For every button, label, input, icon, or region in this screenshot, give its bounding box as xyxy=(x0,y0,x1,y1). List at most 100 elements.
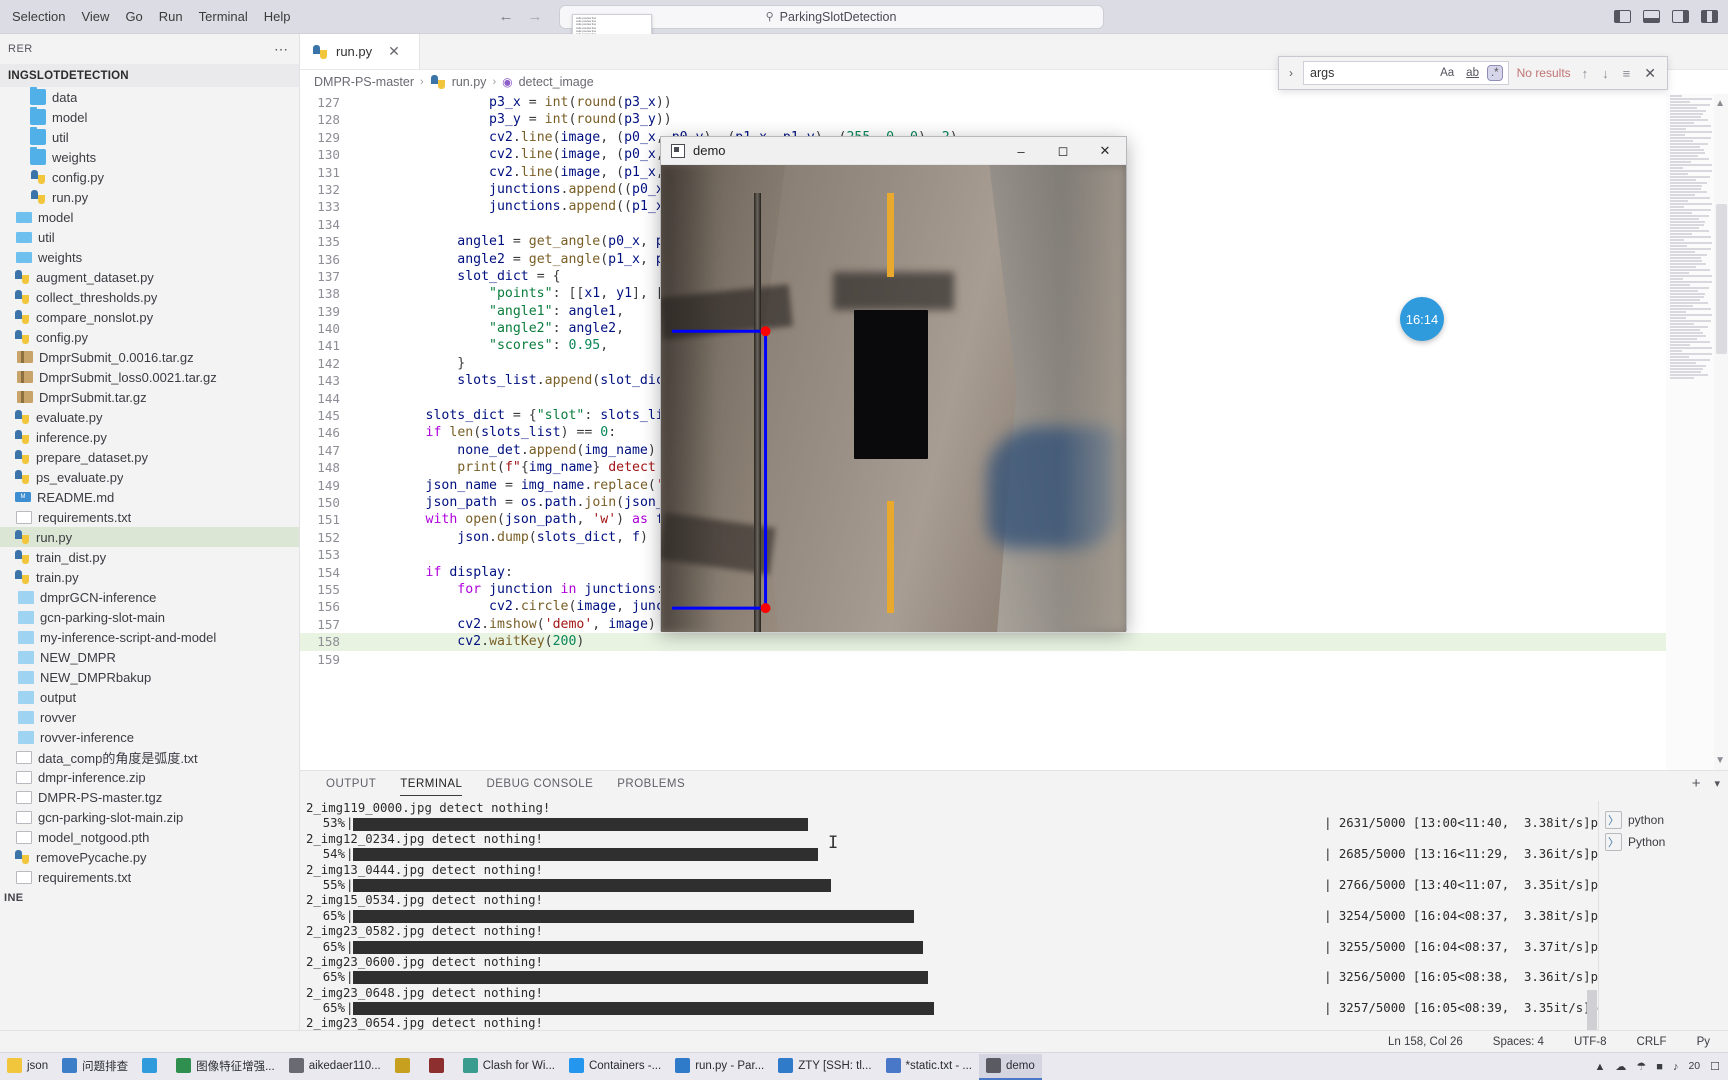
add-terminal-icon[interactable]: + xyxy=(1692,775,1701,792)
file-tree-item[interactable]: weights xyxy=(0,147,299,167)
opencv-demo-window[interactable]: demo – ◻ ✕ xyxy=(660,136,1127,632)
more-actions-icon[interactable]: ⋯ xyxy=(274,41,289,58)
terminal-instance-python[interactable]: 〉 python xyxy=(1605,809,1722,831)
file-tree-item[interactable]: util xyxy=(0,127,299,147)
chevron-up-icon[interactable]: ▲ xyxy=(1595,1061,1606,1073)
status-indentation[interactable]: Spaces: 4 xyxy=(1485,1036,1552,1048)
taskbar-item[interactable] xyxy=(135,1054,169,1080)
file-tree-item[interactable]: dmprGCN-inference xyxy=(0,587,299,607)
arrow-right-icon[interactable]: → xyxy=(528,8,543,25)
file-tree-item[interactable]: model_notgood.pth xyxy=(0,827,299,847)
status-language-mode[interactable]: Py xyxy=(1689,1036,1718,1048)
chevron-right-icon[interactable]: › xyxy=(1287,66,1295,80)
file-tree-item[interactable]: augment_dataset.py xyxy=(0,267,299,287)
status-encoding[interactable]: UTF-8 xyxy=(1566,1036,1615,1048)
file-tree-item[interactable]: ps_evaluate.py xyxy=(0,467,299,487)
close-icon[interactable]: ✕ xyxy=(388,43,400,60)
file-tree-item[interactable]: DMPR-PS-master.tgz xyxy=(0,787,299,807)
status-eol[interactable]: CRLF xyxy=(1629,1036,1675,1048)
minimap[interactable] xyxy=(1666,94,1714,770)
editor-scrollbar[interactable] xyxy=(1714,94,1728,770)
file-tree-item[interactable]: gcn-parking-slot-main xyxy=(0,607,299,627)
file-tree-item[interactable]: run.py xyxy=(0,187,299,207)
file-tree-item[interactable]: train_dist.py xyxy=(0,547,299,567)
tab-debug-console[interactable]: DEBUG CONSOLE xyxy=(486,778,593,794)
file-tree-item[interactable]: requirements.txt xyxy=(0,507,299,527)
breadcrumb-symbol[interactable]: detect_image xyxy=(519,75,594,89)
file-tree-item[interactable]: requirements.txt xyxy=(0,867,299,887)
file-tree-item[interactable]: model xyxy=(0,207,299,227)
tab-problems[interactable]: PROBLEMS xyxy=(617,778,685,794)
terminal-output[interactable]: 2_img119_0000.jpg detect nothing! 53% | | 2… xyxy=(300,801,1598,1030)
match-case-icon[interactable]: Aa xyxy=(1437,66,1457,80)
taskbar-item[interactable]: run.py - Par... xyxy=(668,1054,771,1080)
file-tree-item[interactable]: NEW_DMPR xyxy=(0,647,299,667)
scrollbar-thumb[interactable] xyxy=(1716,204,1727,354)
file-tree-item[interactable]: gcn-parking-slot-main.zip xyxy=(0,807,299,827)
breadcrumb-file[interactable]: run.py xyxy=(452,75,487,89)
menu-item-help[interactable]: Help xyxy=(256,5,299,28)
code-line[interactable]: 127 p3_x = int(round(p3_x)) xyxy=(300,94,1728,111)
file-tree-item[interactable]: my-inference-script-and-model xyxy=(0,627,299,647)
menu-item-selection[interactable]: Selection xyxy=(4,5,73,28)
menu-item-terminal[interactable]: Terminal xyxy=(191,5,256,28)
cloud-icon[interactable]: ☂ xyxy=(1636,1060,1646,1073)
file-tree-item[interactable]: M README.md xyxy=(0,487,299,507)
file-tree-item[interactable]: DmprSubmit.tar.gz xyxy=(0,387,299,407)
floating-clock-badge[interactable]: 16:14 xyxy=(1400,297,1444,341)
menu-item-go[interactable]: Go xyxy=(117,5,150,28)
file-tree-item[interactable]: data xyxy=(0,87,299,107)
file-tree-item[interactable]: rovver-inference xyxy=(0,727,299,747)
file-tree-item[interactable]: weights xyxy=(0,247,299,267)
file-tree-item[interactable]: util xyxy=(0,227,299,247)
network-icon[interactable]: ☁ xyxy=(1615,1060,1626,1073)
file-tree-item[interactable]: output xyxy=(0,687,299,707)
taskbar-item[interactable]: 问题排查 xyxy=(55,1054,135,1080)
regex-icon[interactable]: .* xyxy=(1486,65,1503,81)
file-tree-item[interactable]: DmprSubmit_0.0016.tar.gz xyxy=(0,347,299,367)
file-tree-item[interactable]: compare_nonslot.py xyxy=(0,307,299,327)
code-line[interactable]: 128 p3_y = int(round(p3_y)) xyxy=(300,111,1728,128)
taskbar-item[interactable]: Containers -... xyxy=(562,1054,668,1080)
tab-output[interactable]: OUTPUT xyxy=(326,778,376,794)
file-tree-item[interactable]: data_comp的角度是弧度.txt xyxy=(0,747,299,767)
search-input[interactable]: args Aa ab .* xyxy=(1303,61,1509,85)
notification-icon[interactable]: ☐ xyxy=(1710,1060,1720,1073)
file-tree-item[interactable]: rovver xyxy=(0,707,299,727)
outline-section-header[interactable]: INE xyxy=(0,887,299,909)
taskbar-clock[interactable]: 20 xyxy=(1688,1061,1700,1072)
close-icon[interactable]: ✕ xyxy=(1084,137,1126,165)
taskbar-item[interactable]: 图像特征增强... xyxy=(169,1054,282,1080)
file-tree-item[interactable]: prepare_dataset.py xyxy=(0,447,299,467)
battery-icon[interactable]: ■ xyxy=(1656,1061,1663,1073)
find-in-selection-icon[interactable]: ≡ xyxy=(1620,66,1634,81)
file-tree-item[interactable]: NEW_DMPRbakup xyxy=(0,667,299,687)
file-tree-item[interactable]: run.py xyxy=(0,527,299,547)
terminal-instance-python-2[interactable]: 〉 Python xyxy=(1605,831,1722,853)
minimize-icon[interactable]: – xyxy=(1000,137,1042,165)
workspace-root-row[interactable]: INGSLOTDETECTION xyxy=(0,64,299,87)
file-tree-item[interactable]: evaluate.py xyxy=(0,407,299,427)
file-tree-item[interactable]: removePycache.py xyxy=(0,847,299,867)
terminal-scrollbar[interactable] xyxy=(1587,990,1597,1030)
file-tree-item[interactable]: config.py xyxy=(0,327,299,347)
taskbar-item[interactable]: *static.txt - ... xyxy=(879,1054,979,1080)
file-tree-item[interactable]: model xyxy=(0,107,299,127)
taskbar-item[interactable] xyxy=(388,1054,422,1080)
file-tree-item[interactable]: inference.py xyxy=(0,427,299,447)
chevron-up-icon[interactable]: ▲ xyxy=(1715,98,1725,109)
arrow-down-icon[interactable]: ↓ xyxy=(1599,66,1612,81)
taskbar-item[interactable]: ZTY [SSH: tl... xyxy=(771,1054,878,1080)
close-icon[interactable]: ✕ xyxy=(1641,65,1659,82)
menu-item-run[interactable]: Run xyxy=(151,5,191,28)
file-tree-item[interactable]: DmprSubmit_loss0.0021.tar.gz xyxy=(0,367,299,387)
toggle-primary-sidebar-icon[interactable] xyxy=(1614,10,1631,23)
arrow-up-icon[interactable]: ↑ xyxy=(1579,66,1592,81)
file-tree-item[interactable]: config.py xyxy=(0,167,299,187)
file-tree-item[interactable]: train.py xyxy=(0,567,299,587)
taskbar-item[interactable]: aikedaer110... xyxy=(282,1054,388,1080)
taskbar-item[interactable]: json xyxy=(0,1054,55,1080)
taskbar-item[interactable]: demo xyxy=(978,1053,1042,1080)
code-line[interactable]: 159 xyxy=(300,651,1728,668)
status-cursor-position[interactable]: Ln 158, Col 26 xyxy=(1380,1036,1471,1048)
